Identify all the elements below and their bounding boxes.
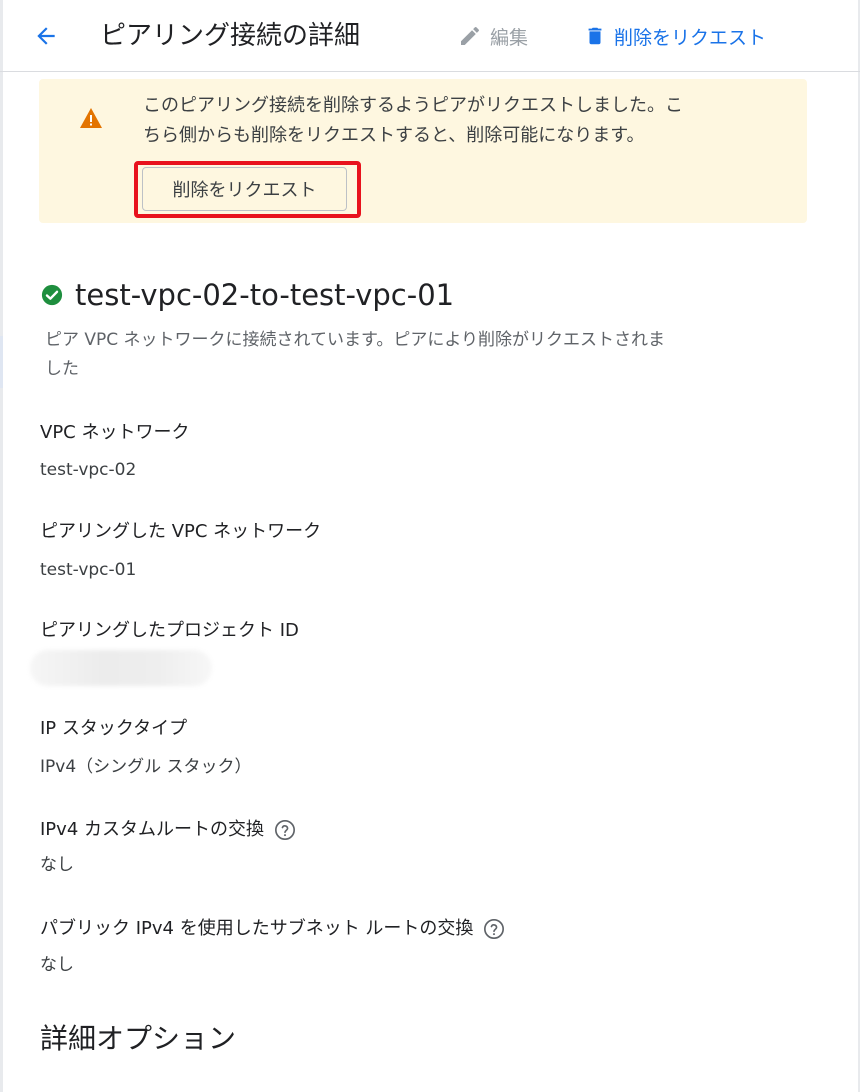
ipv4-custom-routes-label-row: IPv4 カスタムルートの交換 <box>40 817 296 843</box>
resource-header: test-vpc-02-to-test-vpc-01 <box>41 277 454 313</box>
ip-stack-type-value: IPv4（シングル スタック） <box>40 757 252 777</box>
resource-name: test-vpc-02-to-test-vpc-01 <box>75 278 455 312</box>
edit-button[interactable]: 編集 <box>458 18 528 54</box>
request-delete-button[interactable]: 削除をリクエスト <box>584 18 766 54</box>
vpc-network-value: test-vpc-02 <box>40 460 137 480</box>
left-rail <box>0 0 3 1092</box>
arrow-back-icon <box>37 27 55 45</box>
ipv4-custom-routes-value: なし <box>40 855 74 875</box>
ip-stack-type-label: IP スタックタイプ <box>40 718 188 739</box>
redacted-project-id <box>30 650 212 686</box>
public-ipv4-subnet-routes-label-row: パブリック IPv4 を使用したサブネット ルートの交換 <box>40 916 505 942</box>
peered-vpc-network-label: ピアリングした VPC ネットワーク <box>40 521 322 542</box>
banner-message: このピアリング接続を削除するようピアがリクエストしました。こ ちら側からも削除を… <box>143 91 783 151</box>
ipv4-custom-routes-label: IPv4 カスタムルートの交換 <box>40 819 264 840</box>
banner-request-delete-button[interactable]: 削除をリクエスト <box>142 167 347 211</box>
deletion-request-banner: このピアリング接続を削除するようピアがリクエストしました。こ ちら側からも削除を… <box>39 79 807 223</box>
request-delete-label: 削除をリクエスト <box>614 26 767 49</box>
public-ipv4-subnet-routes-label: パブリック IPv4 を使用したサブネット ルートの交換 <box>40 918 474 939</box>
trash-icon <box>588 27 602 45</box>
vpc-network-label: VPC ネットワーク <box>40 422 190 443</box>
status-description: ピア VPC ネットワークに接続されています。ピアにより削除がリクエストされま … <box>45 326 815 384</box>
rail-selection-marker <box>0 336 3 388</box>
back-button[interactable] <box>28 18 64 54</box>
page-header: ピアリング接続の詳細 編集 削除をリクエスト <box>0 0 860 72</box>
banner-message-line: このピアリング接続を削除するようピアがリクエストしました。こ <box>143 95 683 116</box>
warning-icon <box>80 108 102 128</box>
help-icon[interactable] <box>274 819 296 841</box>
help-icon[interactable] <box>483 918 505 940</box>
status-description-line: した <box>45 359 79 379</box>
pencil-icon <box>461 26 480 45</box>
banner-message-line: ちら側からも削除をリクエストすると、削除可能になります。 <box>143 125 645 146</box>
status-description-line: ピア VPC ネットワークに接続されています。ピアにより削除がリクエストされま <box>45 330 666 350</box>
public-ipv4-subnet-routes-value: なし <box>40 955 74 975</box>
peered-project-id-label: ピアリングしたプロジェクト ID <box>40 620 299 641</box>
advanced-options-title[interactable]: 詳細オプション <box>40 1020 236 1058</box>
check-circle-icon <box>41 284 63 306</box>
edit-label: 編集 <box>490 26 529 49</box>
page-title: ピアリング接続の詳細 <box>100 21 361 51</box>
peered-vpc-network-value: test-vpc-01 <box>40 560 137 580</box>
